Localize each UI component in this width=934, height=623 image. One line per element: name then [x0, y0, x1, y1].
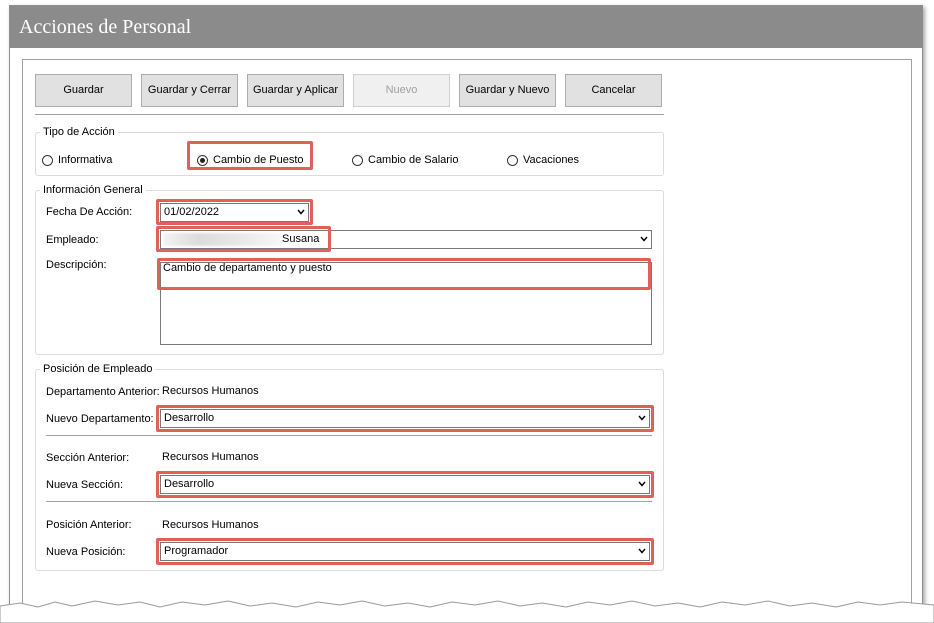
nueva-posicion-combo[interactable]: Programador: [160, 542, 650, 561]
nuevo-depto-combo[interactable]: Desarrollo: [160, 409, 650, 428]
radio-vacaciones-label: Vacaciones: [523, 154, 580, 166]
window-title: Acciones de Personal: [10, 6, 922, 48]
guardar-button[interactable]: Guardar: [35, 74, 132, 107]
torn-edge: [0, 600, 934, 623]
chevron-down-icon[interactable]: [638, 480, 646, 488]
info-general-label: Información General: [40, 184, 146, 197]
guardar-nuevo-button[interactable]: Guardar y Nuevo: [459, 74, 556, 107]
nuevo-button[interactable]: Nuevo: [353, 74, 450, 107]
radio-cambio-salario-label: Cambio de Salario: [368, 154, 459, 166]
radio-cambio-salario[interactable]: Cambio de Salario: [352, 153, 459, 167]
nuevo-depto-value: Desarrollo: [164, 412, 215, 424]
empleado-label: Empleado:: [46, 234, 99, 246]
radio-cambio-puesto-label: Cambio de Puesto: [213, 154, 304, 166]
empleado-value: Susana: [282, 233, 320, 245]
descripcion-value: Cambio de departamento y puesto: [163, 262, 332, 274]
posicion-label: Posición de Empleado: [40, 363, 156, 376]
posicion-anterior-label: Posición Anterior:: [46, 519, 132, 531]
radio-cambio-puesto-circle[interactable]: [197, 154, 208, 166]
seccion-anterior-label: Sección Anterior:: [46, 452, 130, 464]
fecha-label: Fecha De Acción:: [46, 206, 133, 218]
chevron-down-icon[interactable]: [640, 235, 648, 243]
nuevo-depto-label: Nuevo Departamento:: [46, 413, 154, 425]
depto-anterior-label: Departamento Anterior:: [46, 386, 160, 398]
toolbar-separator: [35, 114, 664, 115]
chevron-down-icon[interactable]: [297, 208, 305, 216]
radio-cambio-salario-circle[interactable]: [352, 154, 363, 166]
nueva-seccion-label: Nueva Sección:: [46, 479, 124, 491]
tipo-accion-label: Tipo de Acción: [40, 126, 118, 139]
nueva-seccion-combo[interactable]: Desarrollo: [160, 475, 650, 494]
section-divider: [46, 435, 652, 436]
radio-informativa-circle[interactable]: [42, 154, 53, 166]
nueva-seccion-value: Desarrollo: [164, 478, 215, 490]
section-divider: [46, 501, 652, 502]
redacted-name: [163, 233, 281, 246]
seccion-anterior-value: Recursos Humanos: [162, 451, 259, 463]
radio-informativa[interactable]: Informativa: [42, 153, 112, 167]
posicion-anterior-value: Recursos Humanos: [162, 519, 259, 531]
depto-anterior-value: Recursos Humanos: [162, 385, 259, 397]
nueva-posicion-value: Programador: [164, 545, 229, 557]
guardar-aplicar-button[interactable]: Guardar y Aplicar: [247, 74, 344, 107]
nueva-posicion-label: Nueva Posición:: [46, 546, 126, 558]
cancelar-button[interactable]: Cancelar: [565, 74, 662, 107]
radio-vacaciones-circle[interactable]: [507, 154, 518, 166]
radio-cambio-puesto[interactable]: Cambio de Puesto: [197, 153, 304, 167]
fecha-value: 01/02/2022: [164, 206, 220, 218]
radio-informativa-label: Informativa: [58, 154, 113, 166]
radio-vacaciones[interactable]: Vacaciones: [507, 153, 579, 167]
fecha-picker[interactable]: 01/02/2022: [160, 203, 309, 222]
chevron-down-icon[interactable]: [638, 547, 646, 555]
descripcion-label: Descripción:: [46, 259, 107, 271]
guardar-cerrar-button[interactable]: Guardar y Cerrar: [141, 74, 238, 107]
chevron-down-icon[interactable]: [638, 414, 646, 422]
